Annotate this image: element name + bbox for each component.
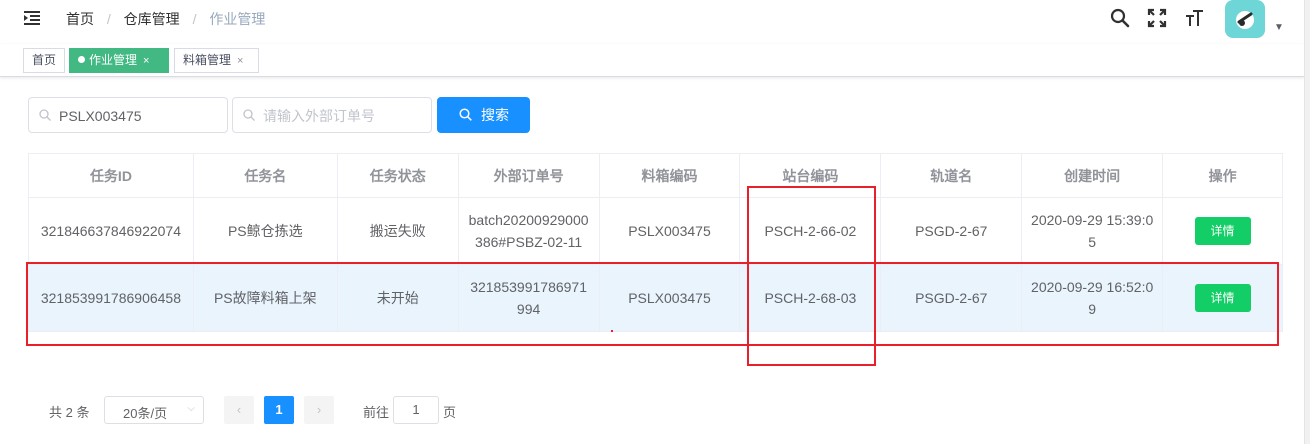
column-header: 外部订单号 <box>458 154 600 198</box>
caret-down-icon[interactable]: ▼ <box>1274 22 1284 33</box>
order-search-placeholder: 请输入外部订单号 <box>263 108 375 124</box>
chevron-left-icon: ‹ <box>236 402 242 417</box>
table-row[interactable]: 321853991786906458 PS故障料箱上架 未开始 32185399… <box>29 265 1284 332</box>
cell-box-code: PSLX003475 <box>599 198 741 265</box>
breadcrumb-home[interactable]: 首页 <box>66 11 94 27</box>
avatar-image-icon <box>1236 11 1254 29</box>
tag-label: 料箱管理 <box>183 53 232 67</box>
breadcrumb-current: 作业管理 <box>209 11 266 27</box>
next-page-button[interactable]: › <box>304 396 334 424</box>
column-header: 任务ID <box>29 154 194 198</box>
tag-box-management[interactable]: 料箱管理 × <box>174 48 259 73</box>
cell-station-code: PSCH-2-68-03 <box>740 265 882 332</box>
prev-page-button[interactable]: ‹ <box>224 396 254 424</box>
breadcrumb-separator: / <box>106 11 111 27</box>
column-header: 创建时间 <box>1022 154 1164 198</box>
cell-created: 2020-09-29 16:52:09 <box>1022 265 1164 332</box>
cell-order-no: batch20200929000386#PSBZ-02-11 <box>458 198 600 265</box>
annotation-dot <box>611 330 613 332</box>
column-header: 站台编码 <box>740 154 882 198</box>
font-size-icon[interactable] <box>1184 8 1204 28</box>
search-button-label: 搜索 <box>481 107 509 123</box>
task-search-value: PSLX003475 <box>59 108 142 124</box>
column-header: 料箱编码 <box>599 154 741 198</box>
fullscreen-icon[interactable] <box>1147 8 1167 28</box>
table-header-row: 任务ID 任务名 任务状态 外部订单号 料箱编码 站台编码 轨道名 创建时间 操… <box>29 154 1284 198</box>
task-search-input[interactable]: PSLX003475 <box>28 97 228 133</box>
cell-status: 未开始 <box>337 265 459 332</box>
breadcrumb-warehouse[interactable]: 仓库管理 <box>124 11 180 27</box>
cell-status: 搬运失败 <box>337 198 459 265</box>
breadcrumb-separator: / <box>192 11 197 27</box>
page-number-current[interactable]: 1 <box>264 396 294 424</box>
column-header: 操作 <box>1163 154 1284 198</box>
search-icon <box>243 109 255 121</box>
close-icon[interactable]: × <box>237 55 243 67</box>
column-header: 任务名 <box>193 154 338 198</box>
cell-station-code: PSCH-2-66-02 <box>740 198 882 265</box>
cell-action: 详情 <box>1163 265 1284 332</box>
table-row[interactable]: 321846637846922074 PS鲸仓拣选 搬运失败 batch2020… <box>29 198 1284 265</box>
active-dot-icon <box>78 56 85 63</box>
pagination-total: 共 2 条 <box>49 405 90 420</box>
search-button[interactable]: 搜索 <box>437 97 530 133</box>
chevron-right-icon: › <box>316 402 322 417</box>
tag-label: 首页 <box>31 53 56 67</box>
tag-home[interactable]: 首页 <box>23 48 65 73</box>
order-search-input[interactable]: 请输入外部订单号 <box>232 97 432 133</box>
detail-button[interactable]: 详情 <box>1194 284 1251 312</box>
cell-task-name: PS故障料箱上架 <box>193 265 338 332</box>
page-size-select[interactable]: 20条/页 ⌵ <box>104 396 204 424</box>
cell-order-no: 321853991786971994 <box>458 265 600 332</box>
page: 首页 / 仓库管理 / 作业管理 ▼ 首页 作业管理 × 料箱管理 × PSLX… <box>0 0 1310 444</box>
cell-created: 2020-09-29 15:39:05 <box>1022 198 1164 265</box>
search-icon[interactable] <box>1110 8 1130 28</box>
column-header: 任务状态 <box>337 154 459 198</box>
cell-track: PSGD-2-67 <box>881 198 1023 265</box>
chevron-down-icon: ⌵ <box>187 403 195 414</box>
cell-task-id: 321846637846922074 <box>29 198 194 265</box>
page-size-value: 20条/页 <box>123 406 168 421</box>
detail-button[interactable]: 详情 <box>1194 217 1251 245</box>
search-icon <box>459 108 472 121</box>
pagination: 共 2 条 20条/页 ⌵ ‹ 1 › 前往 1 页 <box>0 396 700 424</box>
goto-page-input[interactable]: 1 <box>393 396 439 424</box>
cell-box-code: PSLX003475 <box>599 265 741 332</box>
cell-action: 详情 <box>1163 198 1284 265</box>
goto-suffix-label: 页 <box>443 405 457 420</box>
tags-view: 首页 作业管理 × 料箱管理 × <box>0 44 1304 77</box>
cell-task-id: 321853991786906458 <box>29 265 194 332</box>
breadcrumb: 首页 / 仓库管理 / 作业管理 <box>66 10 265 28</box>
cell-track: PSGD-2-67 <box>881 265 1023 332</box>
column-header: 轨道名 <box>881 154 1023 198</box>
search-icon <box>39 109 51 121</box>
goto-label: 前往 <box>363 405 390 420</box>
vertical-scrollbar[interactable] <box>1304 0 1310 444</box>
close-icon[interactable]: × <box>143 55 149 67</box>
navbar: 首页 / 仓库管理 / 作业管理 ▼ <box>0 0 1304 38</box>
tag-label: 作业管理 <box>89 53 138 67</box>
job-table: 任务ID 任务名 任务状态 外部订单号 料箱编码 站台编码 轨道名 创建时间 操… <box>28 153 1284 332</box>
hamburger-menu-icon[interactable] <box>24 10 40 26</box>
tag-job-management[interactable]: 作业管理 × <box>69 48 169 73</box>
avatar[interactable] <box>1225 0 1265 38</box>
cell-task-name: PS鲸仓拣选 <box>193 198 338 265</box>
